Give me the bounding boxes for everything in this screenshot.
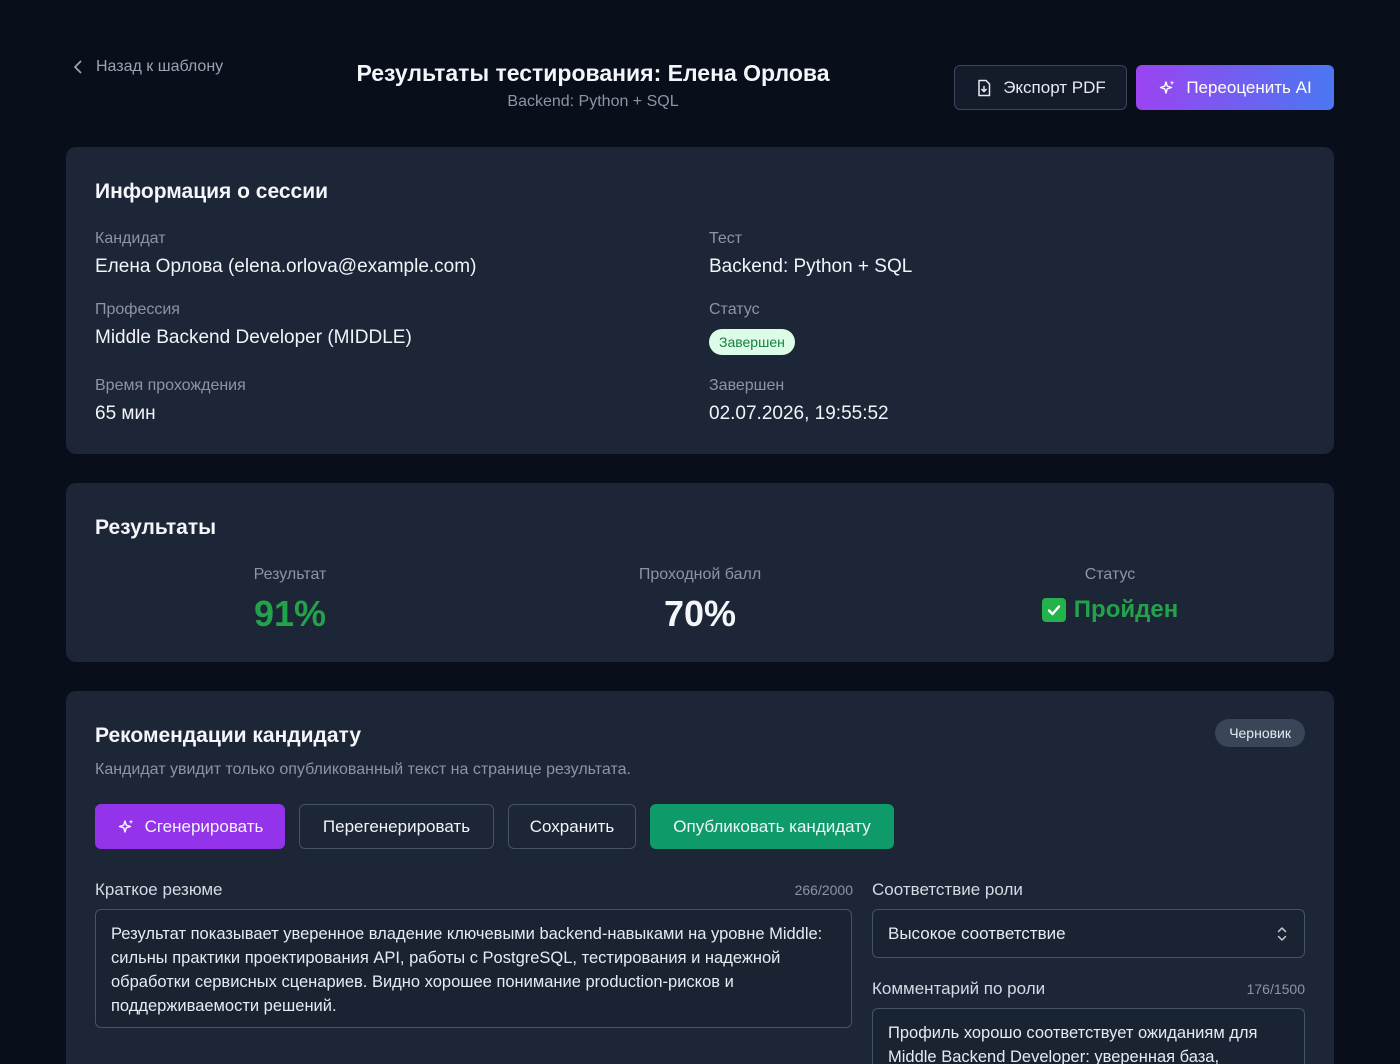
reevaluate-ai-label: Переоценить AI <box>1186 77 1312 97</box>
results-page: Назад к шаблону Результаты тестирования:… <box>0 0 1400 1064</box>
score-metric: Результат 91% <box>140 566 440 636</box>
title-block: Результаты тестирования: Елена Орлова Ba… <box>343 58 843 111</box>
role-comment-counter: 176/1500 <box>1246 981 1305 997</box>
recommendations-title: Рекомендации кандидату <box>95 724 362 747</box>
reevaluate-ai-button[interactable]: Переоценить AI <box>1136 65 1334 110</box>
sparkles-icon <box>1160 80 1175 94</box>
summary-counter: 266/2000 <box>794 882 853 898</box>
role-fit-value: Высокое соответствие <box>888 923 1066 943</box>
recommendations-description: Кандидат увидит только опубликованный те… <box>95 761 631 778</box>
result-status-value: Пройден <box>1073 596 1179 623</box>
file-download-icon <box>978 79 991 96</box>
status-field: Статус Завершен <box>709 301 795 355</box>
session-info-title: Информация о сессии <box>95 180 329 203</box>
result-status: Пройден <box>960 596 1260 624</box>
publish-button[interactable]: Опубликовать кандидату <box>650 804 894 849</box>
candidate-field: Кандидат Елена Орлова (elena.orlova@exam… <box>95 230 476 278</box>
summary-textarea[interactable]: Результат показывает уверенное владение … <box>95 909 852 1028</box>
completed-label: Завершен <box>709 377 785 394</box>
role-fit-label: Соответствие роли <box>872 880 1023 899</box>
result-status-metric: Статус Пройден <box>960 566 1260 624</box>
score-label: Результат <box>253 566 327 583</box>
session-info-card: Информация о сессии Кандидат Елена Орлов… <box>66 147 1334 454</box>
back-link[interactable]: Назад к шаблону <box>70 58 223 76</box>
results-title: Результаты <box>95 516 217 539</box>
role-comment-label: Комментарий по роли <box>872 979 1046 998</box>
summary-label: Краткое резюме <box>95 880 223 899</box>
test-field: Тест Backend: Python + SQL <box>709 230 912 278</box>
pass-score-value: 70% <box>663 593 737 634</box>
recommendations-card: Рекомендации кандидату Черновик Кандидат… <box>66 691 1334 1064</box>
sparkles-icon <box>118 819 133 833</box>
status-badge: Завершен <box>709 329 795 355</box>
results-card: Результаты Результат 91% Проходной балл … <box>66 483 1334 662</box>
test-value: Backend: Python + SQL <box>709 256 913 277</box>
candidate-label: Кандидат <box>95 230 166 247</box>
pass-score-metric: Проходной балл 70% <box>550 566 850 636</box>
duration-label: Время прохождения <box>95 377 246 394</box>
page-subtitle: Backend: Python + SQL <box>507 93 679 110</box>
chevron-left-icon <box>74 60 82 74</box>
duration-field: Время прохождения 65 мин <box>95 377 246 425</box>
completed-field: Завершен 02.07.2026, 19:55:52 <box>709 377 889 425</box>
profession-field: Профессия Middle Backend Developer (MIDD… <box>95 301 412 349</box>
generate-label: Сгенерировать <box>144 816 264 836</box>
save-label: Сохранить <box>529 816 615 836</box>
pass-score-label: Проходной балл <box>638 566 762 583</box>
candidate-value: Елена Орлова (elena.orlova@example.com) <box>95 256 477 277</box>
role-comment-textarea[interactable]: Профиль хорошо соответствует ожиданиям д… <box>872 1008 1305 1064</box>
regenerate-button[interactable]: Перегенерировать <box>299 804 494 849</box>
export-pdf-label: Экспорт PDF <box>1003 77 1106 97</box>
profession-label: Профессия <box>95 301 180 318</box>
score-value: 91% <box>253 593 327 634</box>
back-label: Назад к шаблону <box>96 58 224 75</box>
draft-badge: Черновик <box>1215 719 1305 747</box>
check-box-icon <box>1041 598 1066 622</box>
save-button[interactable]: Сохранить <box>508 804 636 849</box>
generate-button[interactable]: Сгенерировать <box>95 804 285 849</box>
chevron-up-down-icon <box>1277 926 1287 941</box>
export-pdf-button[interactable]: Экспорт PDF <box>954 65 1127 110</box>
completed-value: 02.07.2026, 19:55:52 <box>709 403 889 424</box>
regenerate-label: Перегенерировать <box>322 816 471 836</box>
duration-value: 65 мин <box>95 403 156 424</box>
role-fit-select[interactable]: Высокое соответствие <box>872 909 1305 958</box>
result-status-label: Статус <box>1084 566 1136 583</box>
page-title: Результаты тестирования: Елена Орлова <box>356 60 830 86</box>
test-label: Тест <box>709 230 743 247</box>
status-label: Статус <box>709 301 760 318</box>
profession-value: Middle Backend Developer (MIDDLE) <box>95 327 412 348</box>
publish-label: Опубликовать кандидату <box>673 816 871 836</box>
